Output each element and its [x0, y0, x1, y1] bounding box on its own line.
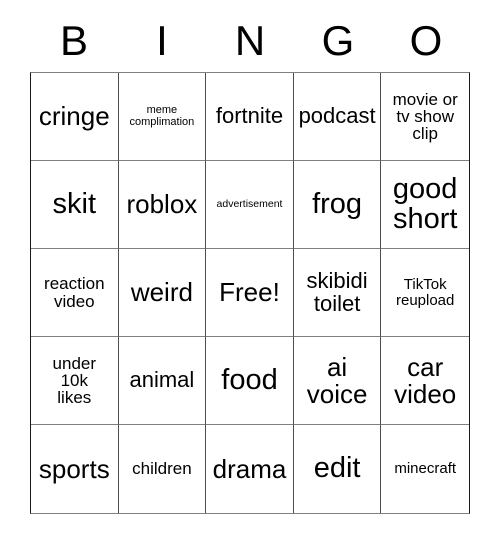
bingo-cell[interactable]: frog [293, 161, 382, 249]
bingo-card: B I N G O cringe meme complimation fortn… [0, 0, 500, 544]
bingo-cell-label: skit [52, 187, 97, 220]
bingo-cell-label: under 10k likes [52, 353, 97, 408]
bingo-cell[interactable]: cringe [31, 73, 119, 161]
header-letter-b: B [59, 17, 88, 64]
bingo-cell[interactable]: food [206, 337, 294, 425]
bingo-cell[interactable]: TikTok reupload [381, 249, 469, 337]
bingo-cell-free[interactable]: Free! [206, 249, 294, 337]
bingo-cell-label: podcast [298, 103, 376, 129]
bingo-cell[interactable]: edit [293, 425, 382, 513]
bingo-cell-label: animal [129, 367, 195, 393]
header-letter-g: G [321, 17, 355, 64]
bingo-cell-label: car video [394, 351, 457, 409]
bingo-cell-label: drama [212, 453, 287, 484]
bingo-cell-label: meme complimation [129, 104, 195, 128]
bingo-cell[interactable]: reaction video [31, 249, 119, 337]
bingo-cell-label: weird [130, 277, 193, 308]
bingo-cell[interactable]: skit [31, 161, 119, 249]
bingo-cell[interactable]: advertisement [206, 161, 294, 249]
bingo-cell-label: movie or tv show clip [392, 89, 458, 144]
bingo-cell[interactable]: car video [381, 337, 469, 425]
bingo-cell-label: minecraft [394, 460, 457, 478]
bingo-cell[interactable]: ai voice [293, 337, 382, 425]
bingo-cell[interactable]: roblox [118, 161, 207, 249]
bingo-cell-label: reaction video [44, 274, 105, 311]
bingo-header: B I N G O [30, 12, 470, 70]
bingo-cell[interactable]: good short [381, 161, 469, 249]
header-letter-o: O [409, 17, 443, 64]
bingo-cell[interactable]: podcast [293, 73, 382, 161]
bingo-cell[interactable]: under 10k likes [31, 337, 119, 425]
bingo-cell-label: fortnite [215, 103, 284, 129]
bingo-cell-label: frog [312, 187, 363, 220]
bingo-cell-label: skibidi toilet [306, 268, 368, 316]
bingo-cell[interactable]: meme complimation [118, 73, 207, 161]
bingo-cell-label: cringe [38, 101, 110, 132]
bingo-cell[interactable]: weird [118, 249, 207, 337]
bingo-cell[interactable]: minecraft [381, 425, 469, 513]
bingo-cell[interactable]: children [118, 425, 207, 513]
bingo-cell[interactable]: drama [206, 425, 294, 513]
bingo-cell[interactable]: animal [118, 337, 207, 425]
bingo-cell-label: roblox [126, 189, 198, 220]
bingo-grid: cringe meme complimation fortnite podcas… [30, 72, 470, 514]
bingo-cell[interactable]: sports [31, 425, 119, 513]
bingo-cell-label: Free! [219, 277, 280, 308]
bingo-cell[interactable]: skibidi toilet [293, 249, 382, 337]
bingo-cell-label: TikTok reupload [395, 276, 455, 309]
bingo-cell[interactable]: fortnite [206, 73, 294, 161]
bingo-cell-label: children [132, 459, 192, 479]
bingo-cell-label: good short [392, 172, 458, 235]
bingo-cell[interactable]: movie or tv show clip [381, 73, 469, 161]
header-letter-n: N [234, 17, 266, 64]
bingo-cell-label: sports [38, 453, 110, 484]
bingo-cell-label: food [221, 363, 278, 396]
bingo-cell-label: edit [313, 452, 361, 485]
header-letter-i: I [156, 17, 168, 64]
bingo-cell-label: ai voice [306, 351, 368, 409]
bingo-cell-label: advertisement [216, 198, 283, 211]
